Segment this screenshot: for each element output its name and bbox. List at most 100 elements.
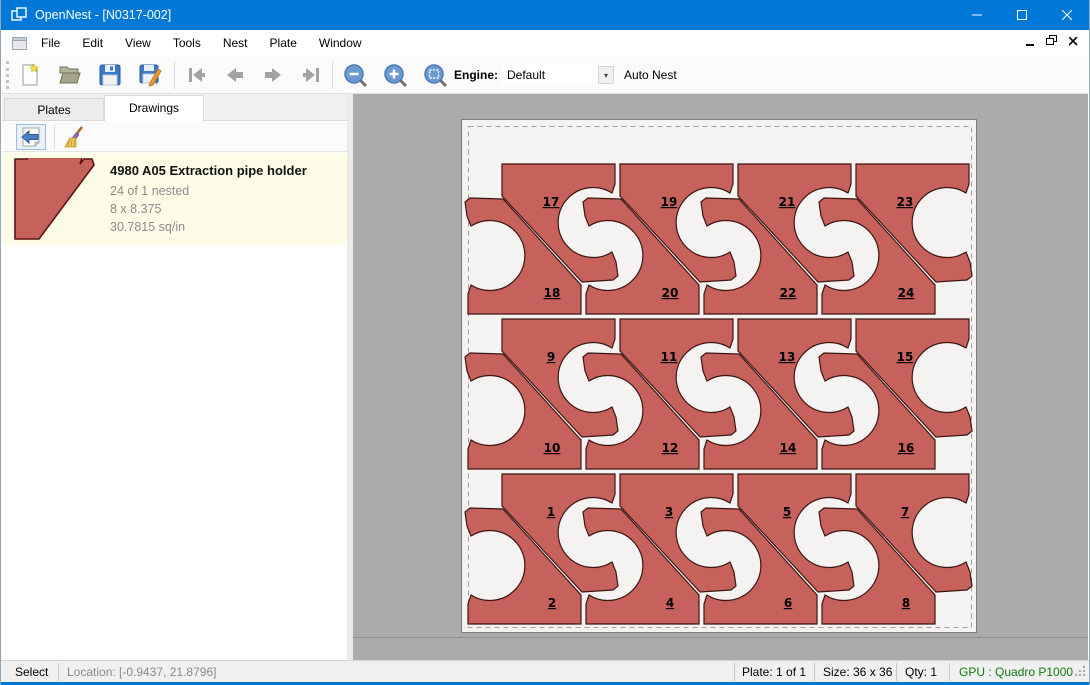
main-toolbar: Engine: Default ▾ Auto Nest bbox=[2, 56, 1088, 94]
drawing-list-item[interactable]: 4980 A05 Extraction pipe holder 24 of 1 … bbox=[2, 153, 347, 245]
nest-canvas[interactable]: 171819202122232491011121314151612345678 bbox=[353, 94, 1088, 660]
mdi-window-controls bbox=[1021, 35, 1082, 51]
app-icon bbox=[11, 7, 27, 26]
tab-plates[interactable]: Plates bbox=[4, 98, 104, 121]
plate-sheet[interactable]: 171819202122232491011121314151612345678 bbox=[461, 119, 977, 633]
part-nested-count: 24 of 1 nested bbox=[110, 184, 189, 198]
part-title: 4980 A05 Extraction pipe holder bbox=[110, 163, 307, 178]
status-qty: Qty: 1 bbox=[905, 661, 937, 683]
part-number-label: 23 bbox=[897, 195, 914, 209]
part-number-label: 17 bbox=[543, 195, 560, 209]
menu-items: FileEditViewToolsNestPlateWindow bbox=[30, 30, 373, 56]
engine-label: Engine: bbox=[454, 56, 498, 94]
maximize-button[interactable] bbox=[999, 0, 1044, 30]
mdi-minimize-icon[interactable] bbox=[1021, 35, 1039, 51]
part-number-label: 16 bbox=[898, 441, 915, 455]
part-number-label: 12 bbox=[662, 441, 679, 455]
zoom-out-icon bbox=[343, 63, 369, 89]
first-plate-button[interactable] bbox=[182, 60, 212, 90]
open-button[interactable] bbox=[55, 60, 85, 90]
previous-plate-button[interactable] bbox=[220, 60, 250, 90]
part-number-label: 19 bbox=[661, 195, 678, 209]
save-button[interactable] bbox=[95, 60, 125, 90]
menu-plate[interactable]: Plate bbox=[259, 30, 308, 56]
next-icon bbox=[261, 63, 285, 87]
menu-view[interactable]: View bbox=[114, 30, 162, 56]
part-number-label: 10 bbox=[544, 441, 561, 455]
open-folder-icon bbox=[58, 63, 82, 87]
part-number-label: 21 bbox=[779, 195, 796, 209]
part-number-label: 15 bbox=[897, 350, 914, 364]
status-mode: Select bbox=[15, 661, 48, 683]
zoom-extents-icon bbox=[423, 63, 449, 89]
menu-window[interactable]: Window bbox=[308, 30, 373, 56]
part-number-label: 4 bbox=[666, 596, 674, 610]
status-gpu: GPU : Quadro P1000 bbox=[959, 661, 1073, 683]
new-document-icon bbox=[18, 63, 42, 87]
save-as-icon bbox=[138, 63, 162, 87]
menu-tools[interactable]: Tools bbox=[162, 30, 212, 56]
status-size: Size: 36 x 36 bbox=[823, 661, 892, 683]
part-number-label: 1 bbox=[547, 505, 555, 519]
next-plate-button[interactable] bbox=[258, 60, 288, 90]
part-number-label: 18 bbox=[544, 286, 561, 300]
tab-drawings[interactable]: Drawings bbox=[104, 95, 204, 122]
menu-file[interactable]: File bbox=[30, 30, 71, 56]
import-drawing-icon bbox=[19, 127, 43, 147]
toolbar-grip[interactable] bbox=[6, 61, 9, 89]
import-drawing-button[interactable] bbox=[16, 124, 46, 150]
part-number-label: 8 bbox=[902, 596, 910, 610]
menu-edit[interactable]: Edit bbox=[71, 30, 114, 56]
drawings-toolbar bbox=[2, 122, 347, 152]
clear-drawings-button[interactable] bbox=[60, 124, 90, 150]
side-panel: Plates Drawings 4980 A05 Extraction pipe… bbox=[2, 94, 353, 660]
nested-parts-layer: 171819202122232491011121314151612345678 bbox=[465, 164, 972, 624]
save-as-button[interactable] bbox=[135, 60, 165, 90]
part-number-label: 5 bbox=[783, 505, 791, 519]
part-thumbnail bbox=[14, 158, 96, 245]
engine-selected-value: Default bbox=[507, 64, 545, 86]
mdi-restore-icon[interactable] bbox=[1043, 35, 1061, 51]
last-icon bbox=[299, 63, 323, 87]
part-number-label: 7 bbox=[901, 505, 909, 519]
part-number-label: 24 bbox=[898, 286, 915, 300]
zoom-in-icon bbox=[383, 63, 409, 89]
zoom-in-button[interactable] bbox=[380, 60, 410, 90]
part-number-label: 3 bbox=[665, 505, 673, 519]
zoom-out-button[interactable] bbox=[340, 60, 370, 90]
part-dimensions: 8 x 8.375 bbox=[110, 202, 161, 216]
save-icon bbox=[98, 63, 122, 87]
status-location: Location: [-0.9437, 21.8796] bbox=[67, 661, 216, 683]
panel-tab-strip: Plates Drawings bbox=[2, 94, 347, 121]
zoom-extents-button[interactable] bbox=[420, 60, 450, 90]
auto-nest-button[interactable]: Auto Nest bbox=[624, 56, 677, 94]
engine-select[interactable]: Default ▾ bbox=[502, 64, 614, 86]
menu-nest[interactable]: Nest bbox=[212, 30, 259, 56]
part-number-label: 20 bbox=[662, 286, 679, 300]
part-number-label: 22 bbox=[780, 286, 797, 300]
new-nest-button[interactable] bbox=[15, 60, 45, 90]
chevron-down-icon[interactable]: ▾ bbox=[598, 66, 614, 84]
canvas-bottom-edge bbox=[353, 637, 1088, 638]
broom-icon bbox=[62, 126, 86, 148]
menu-bar: FileEditViewToolsNestPlateWindow bbox=[2, 30, 1088, 56]
part-number-label: 14 bbox=[780, 441, 797, 455]
first-icon bbox=[185, 63, 209, 87]
part-area: 30.7815 sq/in bbox=[110, 220, 185, 234]
close-button[interactable] bbox=[1044, 0, 1089, 30]
part-number-label: 13 bbox=[779, 350, 796, 364]
part-number-label: 2 bbox=[548, 596, 556, 610]
mdi-child-icon[interactable] bbox=[12, 37, 27, 53]
part-number-label: 6 bbox=[784, 596, 792, 610]
last-plate-button[interactable] bbox=[296, 60, 326, 90]
part-number-label: 11 bbox=[661, 350, 678, 364]
part-number-label: 9 bbox=[547, 350, 555, 364]
resize-grip[interactable] bbox=[1074, 665, 1086, 680]
previous-icon bbox=[223, 63, 247, 87]
title-bar: OpenNest - [N0317-002] bbox=[1, 0, 1089, 30]
window-title: OpenNest - [N0317-002] bbox=[35, 0, 171, 30]
minimize-button[interactable] bbox=[954, 0, 999, 30]
app-window: OpenNest - [N0317-002] FileEditViewTools… bbox=[0, 0, 1090, 685]
mdi-close-icon[interactable] bbox=[1064, 35, 1082, 51]
status-plate: Plate: 1 of 1 bbox=[742, 661, 806, 683]
